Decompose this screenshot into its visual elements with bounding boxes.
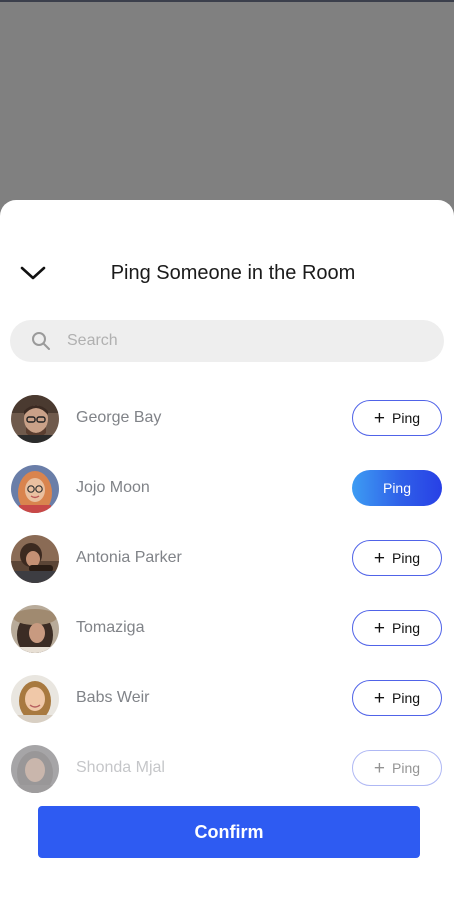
search-bar[interactable] [10, 320, 444, 362]
ping-button[interactable]: + Ping [352, 750, 442, 786]
ping-label: Ping [392, 550, 421, 566]
avatar [11, 745, 59, 793]
plus-icon: + [373, 687, 386, 709]
ping-button[interactable]: + Ping [352, 540, 442, 576]
ping-label: Ping [392, 410, 421, 426]
person-name: George Bay [76, 409, 162, 426]
person-row: George Bay + Ping [0, 386, 454, 456]
person-name: Tomaziga [76, 619, 145, 636]
person-name: Jojo Moon [76, 479, 150, 496]
chevron-down-icon [20, 266, 46, 280]
sheet-title: Ping Someone in the Room [110, 261, 356, 284]
plus-icon: + [373, 757, 386, 779]
ping-bottom-sheet: Ping Someone in the Room Search George B… [0, 200, 454, 900]
avatar [11, 605, 59, 653]
avatar [11, 675, 59, 723]
person-row: Jojo Moon Ping [0, 456, 454, 526]
avatar [11, 395, 59, 443]
person-row: Babs Weir + Ping [0, 666, 454, 736]
collapse-button[interactable] [14, 254, 52, 292]
ping-label: Ping [392, 690, 421, 706]
ping-button[interactable]: + Ping [352, 610, 442, 646]
ping-label: Ping [392, 760, 421, 776]
person-row: Shonda Mjal + Ping [0, 736, 454, 806]
person-name: Babs Weir [76, 689, 150, 706]
sheet-header: Ping Someone in the Room [0, 250, 454, 296]
backdrop-overlay[interactable] [0, 2, 454, 200]
plus-icon: + [373, 617, 386, 639]
person-row: Tomaziga + Ping [0, 596, 454, 666]
ping-label: Ping [392, 620, 421, 636]
people-list: George Bay + Ping Jojo Moon Ping Antonia… [0, 386, 454, 806]
avatar [11, 465, 59, 513]
plus-icon: + [373, 407, 386, 429]
ping-label: Ping [382, 480, 412, 496]
ping-button-active[interactable]: Ping [352, 470, 442, 506]
plus-icon: + [373, 547, 386, 569]
search-icon [30, 330, 52, 352]
person-name: Antonia Parker [76, 549, 182, 566]
person-name: Shonda Mjal [76, 759, 165, 776]
ping-button[interactable]: + Ping [352, 400, 442, 436]
search-input[interactable] [67, 332, 397, 350]
avatar [11, 535, 59, 583]
confirm-button[interactable]: Confirm [38, 806, 420, 858]
person-row: Antonia Parker + Ping [0, 526, 454, 596]
ping-button[interactable]: + Ping [352, 680, 442, 716]
